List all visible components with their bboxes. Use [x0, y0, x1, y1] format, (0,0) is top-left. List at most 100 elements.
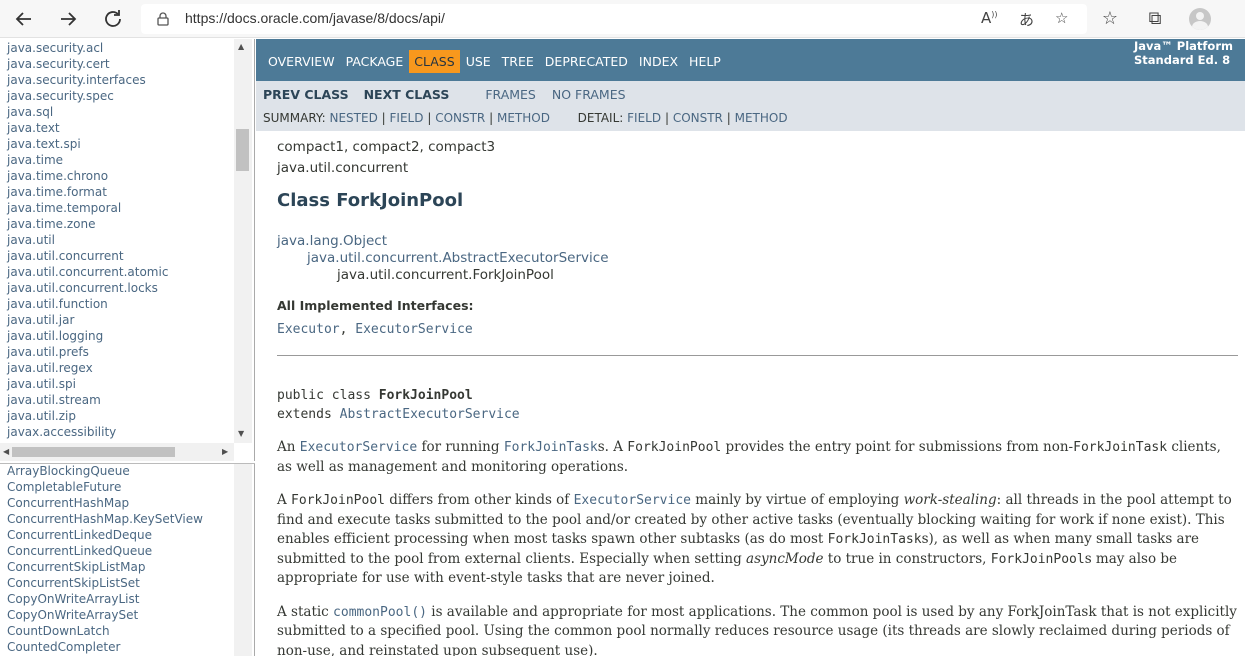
summary-constr-link[interactable]: CONSTR	[435, 111, 485, 125]
class-link[interactable]: ConcurrentSkipListMap	[7, 559, 203, 575]
package-link[interactable]: javax.accessibility	[7, 424, 168, 440]
scroll-down-icon[interactable]: ▼	[238, 429, 244, 438]
nav-overview[interactable]: OVERVIEW	[263, 50, 340, 73]
nav-tree[interactable]: TREE	[497, 50, 539, 73]
back-icon[interactable]	[12, 7, 36, 31]
sig-extends: extends	[277, 407, 340, 422]
package-link[interactable]: java.util.concurrent.locks	[7, 280, 168, 296]
package-link[interactable]: java.time.chrono	[7, 168, 168, 184]
detail-constr-link[interactable]: CONSTR	[673, 111, 723, 125]
no-frames-link[interactable]: NO FRAMES	[552, 87, 626, 102]
description-paragraph-2: A ForkJoinPool differs from other kinds …	[277, 491, 1238, 589]
emphasis-text: asyncMode	[746, 550, 824, 567]
package-link[interactable]: java.sql	[7, 104, 168, 120]
class-link[interactable]: CompletableFuture	[7, 479, 203, 495]
class-vertical-scrollbar[interactable]	[234, 464, 252, 656]
frames-link[interactable]: FRAMES	[485, 87, 536, 102]
separator: |	[381, 111, 386, 125]
class-link[interactable]: ConcurrentLinkedDeque	[7, 527, 203, 543]
code-text: ForkJoinPool	[990, 551, 1085, 567]
forward-icon[interactable]	[56, 7, 80, 31]
commonpool-link[interactable]: commonPool()	[333, 605, 427, 620]
refresh-icon[interactable]	[101, 7, 125, 31]
package-vertical-scrollbar[interactable]: ▲ ▼	[234, 39, 252, 443]
nav-package[interactable]: PACKAGE	[341, 50, 409, 73]
package-link[interactable]: java.util.regex	[7, 360, 168, 376]
read-aloud-icon[interactable]: A))	[981, 9, 998, 27]
sig-public: public class	[277, 388, 379, 403]
package-link[interactable]: java.time.format	[7, 184, 168, 200]
sig-superclass-link[interactable]: AbstractExecutorService	[340, 407, 520, 422]
class-link[interactable]: CountedCompleter	[7, 639, 203, 655]
package-link[interactable]: java.time	[7, 152, 168, 168]
detail-method-link[interactable]: METHOD	[735, 111, 788, 125]
profile-avatar[interactable]	[1189, 8, 1211, 30]
separator: |	[489, 111, 494, 125]
package-link[interactable]: java.text.spi	[7, 136, 168, 152]
translate-icon[interactable]: あ	[1019, 9, 1034, 30]
class-link[interactable]: CountDownLatch	[7, 623, 203, 639]
inherit-abstract-link[interactable]: java.util.concurrent.AbstractExecutorSer…	[277, 250, 1238, 267]
nav-index[interactable]: INDEX	[634, 50, 683, 73]
package-link[interactable]: java.util.jar	[7, 312, 168, 328]
class-link[interactable]: ConcurrentHashMap.KeySetView	[7, 511, 203, 527]
package-link[interactable]: java.time.temporal	[7, 200, 168, 216]
text: s. A	[597, 439, 628, 455]
text: provides the entry point for submissions…	[721, 439, 1074, 455]
package-link[interactable]: java.util	[7, 232, 168, 248]
summary-method-link[interactable]: METHOD	[497, 111, 550, 125]
executorservice-link[interactable]: ExecutorService	[300, 440, 417, 455]
class-link[interactable]: CopyOnWriteArrayList	[7, 591, 203, 607]
collections-icon[interactable]: ⧉	[1143, 7, 1167, 31]
class-list: ArrayBlockingQueue CompletableFuture Concu…	[7, 464, 203, 655]
summary-field-link[interactable]: FIELD	[390, 111, 424, 125]
description-paragraph-3: A static commonPool() is available and a…	[277, 603, 1238, 656]
nav-use[interactable]: USE	[461, 50, 496, 73]
package-link[interactable]: java.util.concurrent	[7, 248, 168, 264]
prev-class-link[interactable]: PREV CLASS	[263, 87, 349, 102]
scrollbar-thumb[interactable]	[236, 129, 249, 171]
package-link[interactable]: java.util.zip	[7, 408, 168, 424]
executor-link[interactable]: Executor	[277, 322, 340, 337]
separator: |	[664, 111, 669, 125]
nav-deprecated[interactable]: DEPRECATED	[540, 50, 633, 73]
package-link[interactable]: java.time.zone	[7, 216, 168, 232]
summary-label: SUMMARY:	[263, 111, 326, 125]
package-link[interactable]: java.util.function	[7, 296, 168, 312]
class-link[interactable]: ConcurrentHashMap	[7, 495, 203, 511]
package-link[interactable]: java.util.logging	[7, 328, 168, 344]
scroll-left-icon[interactable]: ◀	[3, 447, 9, 456]
favorites-icon[interactable]: ☆	[1098, 7, 1122, 31]
class-link[interactable]: ArrayBlockingQueue	[7, 464, 203, 479]
lock-icon[interactable]	[155, 11, 171, 27]
divider	[277, 355, 1238, 356]
scrollbar-thumb[interactable]	[12, 447, 175, 457]
inherit-object-link[interactable]: java.lang.Object	[277, 233, 1238, 250]
scroll-up-icon[interactable]: ▲	[238, 42, 244, 51]
nav-help[interactable]: HELP	[684, 50, 726, 73]
package-link[interactable]: java.util.concurrent.atomic	[7, 264, 168, 280]
package-link[interactable]: java.util.stream	[7, 392, 168, 408]
scroll-right-icon[interactable]: ▶	[222, 447, 228, 456]
summary-nested-link[interactable]: NESTED	[330, 111, 378, 125]
executorservice-link[interactable]: ExecutorService	[355, 322, 472, 337]
url-text[interactable]: https://docs.oracle.com/javase/8/docs/ap…	[185, 10, 445, 26]
package-link[interactable]: java.util.spi	[7, 376, 168, 392]
class-link[interactable]: CopyOnWriteArraySet	[7, 607, 203, 623]
address-bar[interactable]: https://docs.oracle.com/javase/8/docs/ap…	[141, 4, 1087, 34]
executorservice-link[interactable]: ExecutorService	[574, 493, 691, 508]
package-horizontal-scrollbar[interactable]: ◀ ▶	[0, 443, 234, 461]
forkjointask-link[interactable]: ForkJoinTask	[504, 440, 598, 455]
package-link[interactable]: java.util.prefs	[7, 344, 168, 360]
next-class-link[interactable]: NEXT CLASS	[364, 87, 450, 102]
add-favorite-icon[interactable]: ☆	[1055, 9, 1068, 27]
package-link[interactable]: java.security.acl	[7, 40, 168, 56]
package-link[interactable]: java.security.cert	[7, 56, 168, 72]
text: to true in constructors,	[823, 550, 991, 567]
package-link[interactable]: java.security.spec	[7, 88, 168, 104]
package-link[interactable]: java.security.interfaces	[7, 72, 168, 88]
class-link[interactable]: ConcurrentSkipListSet	[7, 575, 203, 591]
class-link[interactable]: ConcurrentLinkedQueue	[7, 543, 203, 559]
detail-field-link[interactable]: FIELD	[627, 111, 661, 125]
package-link[interactable]: java.text	[7, 120, 168, 136]
